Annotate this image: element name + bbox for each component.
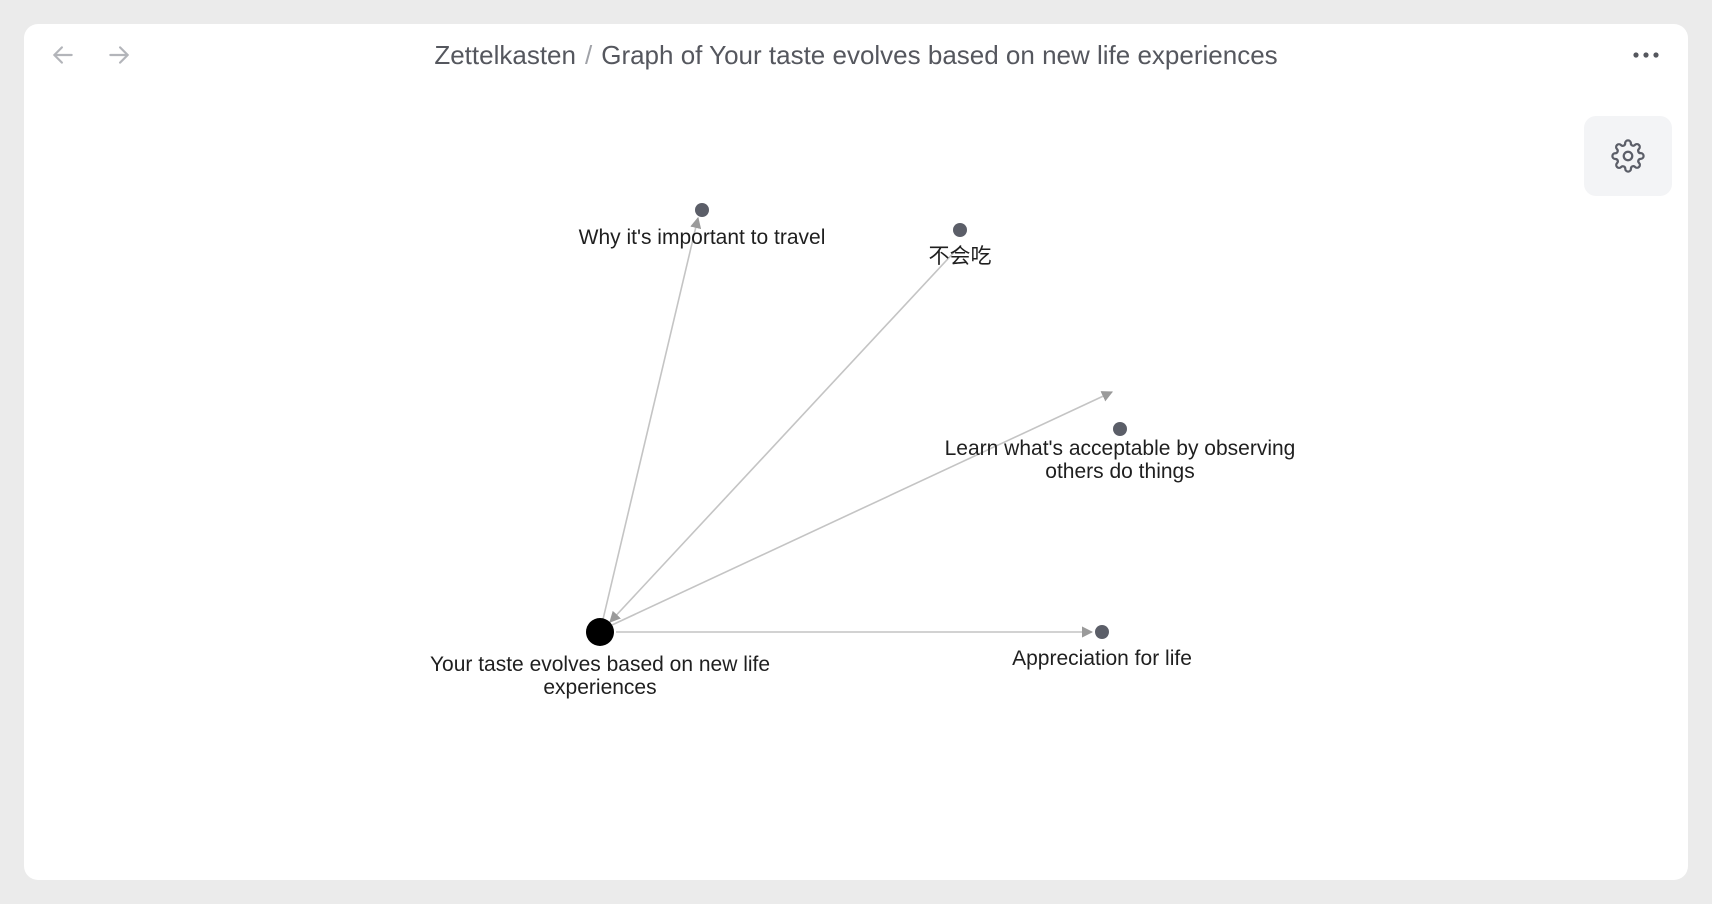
- graph-node-buhuichi[interactable]: [953, 223, 967, 237]
- graph-node-center[interactable]: [586, 618, 614, 646]
- gear-icon: [1611, 139, 1645, 173]
- graph-edge-travel: [599, 216, 702, 633]
- graph-node-appreciation[interactable]: [1095, 625, 1109, 639]
- graph-edge-buhuichi: [609, 247, 959, 623]
- node-label-travel: Why it's important to travel: [579, 226, 826, 249]
- graph-node-travel[interactable]: [695, 203, 709, 217]
- graph-node-acceptable[interactable]: [1113, 422, 1127, 436]
- graph-settings-button[interactable]: [1584, 116, 1672, 196]
- node-label-center-line2: experiences: [543, 676, 656, 699]
- node-label-appreciation: Appreciation for life: [1012, 647, 1192, 670]
- node-label-center-line1: Your taste evolves based on new life: [430, 653, 770, 676]
- graph-edge-acceptable: [611, 391, 1114, 626]
- node-label-acceptable-line1: Learn what's acceptable by observing: [945, 437, 1296, 460]
- node-label-acceptable-line2: others do things: [1045, 460, 1194, 483]
- node-label-buhuichi: 不会吃: [929, 245, 992, 268]
- graph-view-window: Zettelkasten / Graph of Your taste evolves…: [24, 24, 1688, 880]
- graph-canvas[interactable]: Your taste evolves based on new life exp…: [24, 24, 1688, 880]
